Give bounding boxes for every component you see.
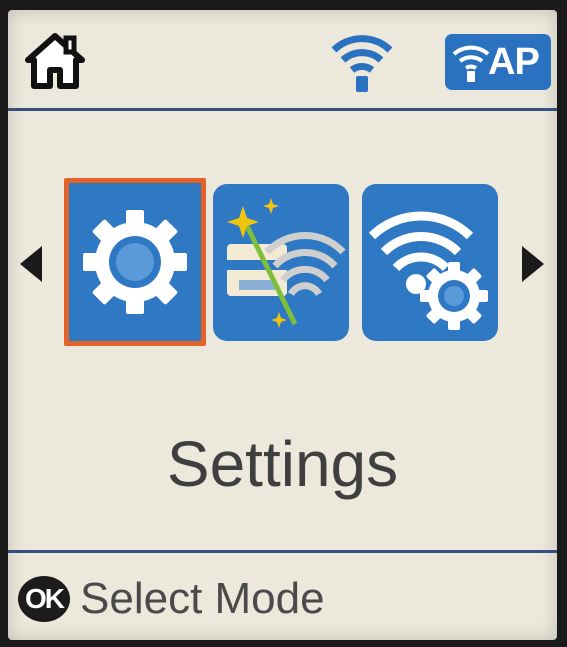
header-divider: [8, 108, 557, 111]
scroll-left-arrow-icon[interactable]: [20, 246, 42, 282]
scroll-right-arrow-icon[interactable]: [522, 246, 544, 282]
wifi-signal-icon: [330, 28, 394, 94]
ok-button-icon: OK: [18, 576, 70, 622]
mode-tile-wifi-setup[interactable]: [213, 184, 349, 341]
selected-mode-label: Settings: [166, 428, 399, 500]
footer-hint-text: Select Mode: [80, 574, 325, 623]
footer-hint-bar: OK Select Mode: [8, 553, 557, 640]
mode-tile-settings[interactable]: [64, 178, 206, 346]
printer-lcd-screen: AP Settings OK Select Mode: [8, 10, 557, 640]
wifi-small-icon: [452, 45, 490, 82]
status-bar: AP: [8, 10, 557, 108]
ap-label: AP: [488, 41, 540, 83]
settings-gear-icon: [83, 210, 187, 314]
network-settings-icon: [368, 211, 488, 330]
mode-tile-network-settings[interactable]: [362, 184, 498, 341]
home-icon[interactable]: [24, 30, 86, 92]
wifi-setup-wizard-icon: [227, 198, 346, 328]
access-point-badge: AP: [445, 34, 551, 90]
